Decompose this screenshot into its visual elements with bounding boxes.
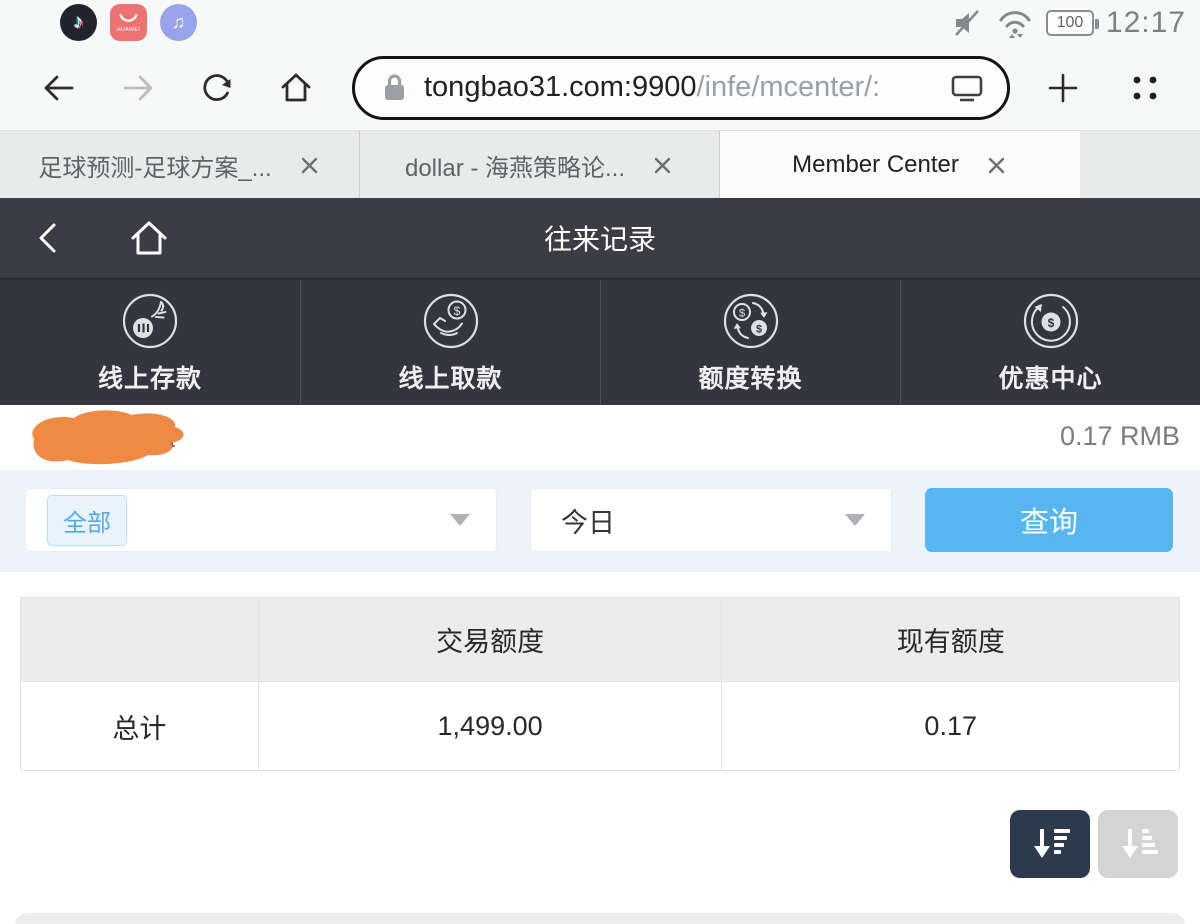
svg-text:$: $ [1047,316,1054,330]
quick-menu: 线上存款 $ 线上取款 $ $ 额度转换 $ 优惠中心 [0,278,1200,405]
type-filter-chip: 全部 [47,494,127,546]
mute-icon [950,7,984,39]
type-filter-dropdown[interactable]: 全部 [25,488,497,552]
close-icon[interactable] [298,154,321,177]
svg-text:$: $ [755,323,761,335]
redaction-scribble [12,405,190,469]
clock: 12:17 [1105,5,1186,39]
desktop-mode-icon[interactable] [949,72,985,104]
back-icon[interactable] [39,68,79,108]
close-icon[interactable] [651,154,674,177]
filter-bar: 全部 今日 查询 [0,470,1200,572]
page-header: 往来记录 [0,198,1200,278]
account-balance: 0.17 RMB [1059,421,1180,451]
home-icon[interactable] [276,68,316,108]
summary-table: 交易额度 现有额度 总计 1,499.00 0.17 [20,597,1180,771]
total-label: 总计 [20,681,259,771]
sort-ascending-button[interactable] [1098,810,1178,878]
sort-descending-icon [1034,829,1070,858]
page-title: 往来记录 [543,224,656,255]
deposit-icon [120,291,180,351]
notification-app-icons: ♪ HUAWEI ♫ [60,4,197,41]
transfer-icon: $ $ [721,291,781,351]
date-filter-value: 今日 [561,507,615,538]
url-bar[interactable]: tongbao31.com:9900/infe/mcenter/: [352,55,1010,120]
forward-icon[interactable] [118,68,158,108]
wifi-icon [996,7,1034,39]
huawei-appgallery-icon: HUAWEI [110,4,147,41]
promo-icon: $ [1021,291,1081,351]
menu-item-transfer[interactable]: $ $ 额度转换 [600,280,900,405]
url-host: tongbao31.com:9900 [424,71,697,103]
withdraw-icon: $ [421,291,481,351]
music-app-icon: ♫ [160,4,197,41]
header-empty [20,597,259,682]
table-header-row: 交易额度 现有额度 [20,597,1180,682]
tab-member-center[interactable]: Member Center [720,131,1080,199]
svg-text:$: $ [738,307,744,319]
sort-ascending-icon [1122,829,1158,858]
next-card-top [15,913,1185,924]
menu-item-withdraw[interactable]: $ 线上取款 [300,280,600,405]
tab-dollar-forum[interactable]: dollar - 海燕策略论... [360,131,720,199]
table-row-total: 总计 1,499.00 0.17 [20,681,1180,771]
close-icon[interactable] [985,154,1008,177]
url-path: /infe/mcenter/: [696,71,881,103]
tab-bar: 足球预测-足球方案_... dollar - 海燕策略论... Member C… [0,130,1200,199]
menu-item-promotions[interactable]: $ 优惠中心 [900,280,1200,405]
status-indicators: 100 12:17 [950,6,1186,40]
screen: ♪ HUAWEI ♫ 100 12:17 tongbao31.com:9900/… [0,0,1200,924]
svg-text:$: $ [453,304,460,318]
header-current-amount: 现有额度 [721,597,1180,682]
browser-toolbar: tongbao31.com:9900/infe/mcenter/: [0,45,1200,130]
tab-football[interactable]: 足球预测-足球方案_... [0,131,360,199]
status-bar: ♪ HUAWEI ♫ 100 12:17 [0,0,1200,45]
tiktok-icon: ♪ [60,4,97,41]
lock-icon [381,71,408,104]
header-transaction-amount: 交易额度 [257,597,723,682]
date-filter-dropdown[interactable]: 今日 [530,488,892,552]
svg-text:HUAWEI: HUAWEI [117,26,141,32]
url-text: tongbao31.com:9900/infe/mcenter/: [424,71,949,104]
chevron-down-icon [845,514,865,526]
account-row: a 0.17 RMB [0,405,1200,470]
new-tab-icon[interactable] [1044,69,1082,107]
reload-icon[interactable] [197,68,237,108]
sort-descending-button[interactable] [1010,810,1090,878]
total-transaction-value: 1,499.00 [257,681,723,771]
battery-indicator: 100 [1045,9,1099,36]
query-button[interactable]: 查询 [925,488,1173,552]
chevron-down-icon [450,514,470,526]
tab-switcher-icon[interactable] [1126,69,1164,107]
menu-item-deposit[interactable]: 线上存款 [0,280,300,405]
total-current-value: 0.17 [721,681,1180,771]
